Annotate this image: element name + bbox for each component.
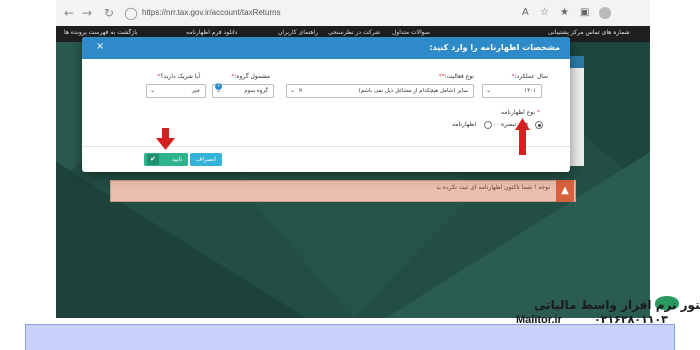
cancel-button[interactable]: انصراف [190,153,222,166]
confirm-button[interactable]: ✔ تایید [144,153,188,166]
radio-form-100-label: فرم تبصره ۱۰۰ [489,121,528,128]
help-icon[interactable]: ? [215,83,222,90]
chevron-down-icon: ⌄ [486,87,492,94]
address-bar[interactable]: https://nrr.tax.gov.ir/account/taxReturn… [142,8,281,17]
year-label: سال عملکرد:* [511,73,548,80]
watermark-brand: مالیتور نرم افزار واسط مالیاتی [534,298,700,312]
partner-label: آیا شریک دارید؟* [157,73,200,80]
nav-item-faq[interactable]: سوالات متداول [392,29,430,36]
nav-item-user-guide[interactable]: راهنمای کاربران [278,29,318,36]
extensions-icon[interactable]: ☆ [540,7,549,18]
chevron-down-icon: ⌄ [290,87,296,94]
chevron-down-icon: ⌄ [150,87,156,94]
warning-icon: ▲ [556,180,574,202]
collections-icon[interactable]: ▣ [580,7,589,18]
tax-return-modal: مشخصات اظهارنامه را وارد کنید: × سال عمل… [82,37,570,172]
back-icon[interactable]: ← [62,6,76,20]
bottom-banner [25,324,675,350]
group-label: مشمول گروه:* [231,73,270,80]
return-type-label: * نوع اظهارنامه [500,109,540,116]
modal-divider [82,146,570,147]
favorites-icon[interactable]: ★ [560,7,569,18]
close-icon[interactable]: × [96,41,104,52]
nav-item-survey[interactable]: شرکت در نظرسنجی [328,29,380,36]
modal-header: مشخصات اظهارنامه را وارد کنید: × [82,37,570,59]
refresh-icon[interactable]: ↻ [102,6,116,20]
activity-label: نوع فعالیت:** [438,73,474,80]
profile-avatar[interactable] [599,7,611,19]
read-aloud-icon[interactable]: A [522,7,529,18]
modal-title: مشخصات اظهارنامه را وارد کنید: [429,43,560,52]
forward-icon[interactable]: → [80,6,94,20]
radio-form-100[interactable] [535,121,543,129]
nav-item-support-phones[interactable]: شماره های تماس مرکز پشتیبانی [548,29,630,36]
alert-text: توجه ! شما تاکنون اظهارنامه ای ثبت نکرده… [436,184,550,191]
activity-select[interactable]: سایر (شامل هیچکدام از مشاغل ذیل نمی باشم… [286,84,474,98]
browser-toolbar: ← → ↻ ◯ https://nrr.tax.gov.ir/account/t… [56,0,650,27]
radio-tax-return-label: اظهارنامه [452,121,476,128]
partner-select[interactable]: خیر ⌄ [146,84,206,98]
lock-icon: ◯ [124,6,138,20]
nav-item-back-to-files[interactable]: بازگشت به فهرست پرونده ها [64,29,138,36]
check-icon: ✔ [147,154,159,165]
year-select[interactable]: ۱۴۰۱ ⌄ [482,84,542,98]
radio-tax-return[interactable] [484,121,492,129]
nav-item-download-form[interactable]: دانلود فرم اظهارنامه [186,29,237,36]
clear-icon[interactable]: × [298,85,303,97]
